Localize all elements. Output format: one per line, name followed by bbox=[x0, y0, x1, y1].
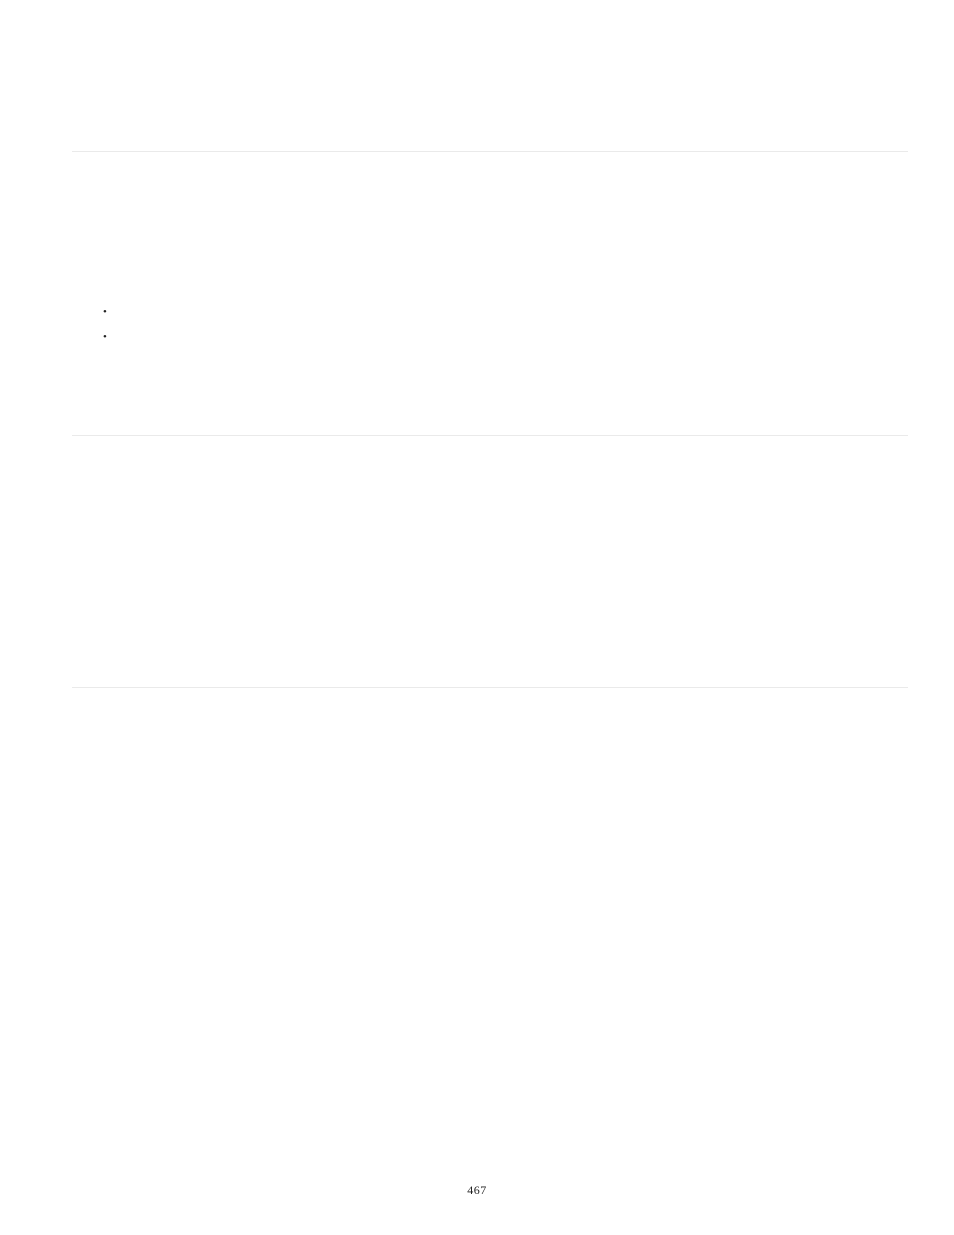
horizontal-rule bbox=[72, 151, 908, 152]
horizontal-rule bbox=[72, 435, 908, 436]
bullet-dot: • bbox=[103, 300, 107, 325]
document-page: • • 467 bbox=[0, 0, 954, 1235]
bullet-dot: • bbox=[103, 325, 107, 350]
page-number: 467 bbox=[0, 1183, 954, 1198]
horizontal-rule bbox=[72, 687, 908, 688]
bullet-list: • • bbox=[103, 300, 107, 350]
